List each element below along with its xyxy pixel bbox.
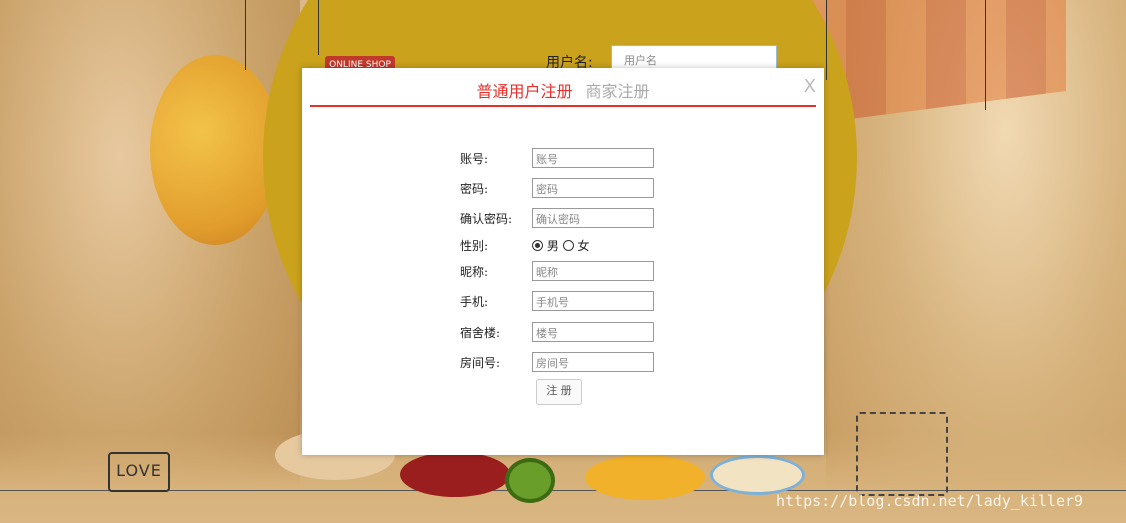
phone-row: 手机: 手机号 — [302, 291, 824, 311]
dorm-row: 宿舍楼: 楼号 — [302, 322, 824, 342]
gender-label: 性别: — [460, 239, 489, 253]
nickname-row: 昵称: 昵称 — [302, 261, 824, 281]
hanging-string — [245, 0, 246, 70]
register-modal: 普通用户注册 商家注册 X 账号: 账号 密码: 密码 确认密码: 确认密码 性… — [302, 68, 824, 455]
hanging-string — [826, 0, 827, 80]
lantern-decoration — [150, 55, 280, 245]
account-label: 账号: — [460, 152, 489, 166]
room-input[interactable]: 房间号 — [532, 352, 654, 372]
nickname-label: 昵称: — [460, 265, 489, 279]
picture-frame-decoration — [856, 412, 948, 496]
nickname-input[interactable]: 昵称 — [532, 261, 654, 281]
gender-female-radio[interactable] — [562, 240, 574, 251]
register-tabs: 普通用户注册 商家注册 — [302, 78, 824, 102]
confirm-password-row: 确认密码: 确认密码 — [302, 208, 824, 228]
nuts-bowl — [710, 455, 805, 495]
mango-slices — [585, 455, 705, 500]
room-label: 房间号: — [460, 356, 501, 370]
tab-divider — [310, 105, 816, 107]
password-row: 密码: 密码 — [302, 178, 824, 198]
gender-radio-group: 男 女 — [532, 237, 590, 254]
hanging-string — [985, 0, 986, 110]
gender-row: 性别: 男 女 — [302, 235, 824, 255]
phone-input[interactable]: 手机号 — [532, 291, 654, 311]
love-sign: LOVE — [108, 452, 170, 492]
account-input[interactable]: 账号 — [532, 148, 654, 168]
password-label: 密码: — [460, 182, 489, 196]
gender-female-label: 女 — [577, 239, 590, 253]
close-button[interactable]: X — [804, 76, 816, 97]
watermark-text: https://blog.csdn.net/lady_killer9 — [776, 492, 1084, 510]
room-row: 房间号: 房间号 — [302, 352, 824, 372]
dorm-input[interactable]: 楼号 — [532, 322, 654, 342]
hanging-string — [318, 0, 319, 55]
gender-male-label: 男 — [546, 239, 559, 253]
phone-label: 手机: — [460, 295, 489, 309]
confirm-password-input[interactable]: 确认密码 — [532, 208, 654, 228]
tab-merchant-register[interactable]: 商家注册 — [582, 78, 654, 102]
dorm-label: 宿舍楼: — [460, 326, 501, 340]
confirm-password-label: 确认密码: — [460, 212, 513, 226]
account-row: 账号: 账号 — [302, 148, 824, 168]
kiwi-fruit — [505, 458, 555, 503]
gender-male-radio[interactable] — [532, 240, 543, 251]
dates-fruit — [400, 452, 510, 497]
tab-user-register[interactable]: 普通用户注册 — [472, 78, 576, 102]
password-input[interactable]: 密码 — [532, 178, 654, 198]
register-submit-button[interactable]: 注 册 — [536, 379, 582, 405]
